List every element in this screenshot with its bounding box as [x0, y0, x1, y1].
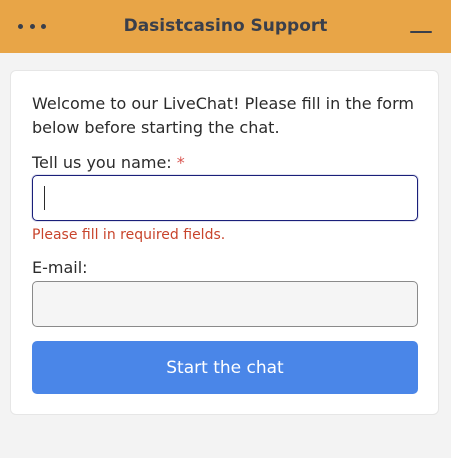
email-label: E-mail: — [32, 258, 88, 277]
welcome-message: Welcome to our LiveChat! Please fill in … — [32, 94, 414, 137]
email-input[interactable] — [32, 281, 418, 327]
start-chat-button[interactable]: Start the chat — [32, 341, 418, 394]
prechat-form-card: Welcome to our LiveChat! Please fill in … — [10, 70, 439, 415]
name-input[interactable] — [32, 175, 418, 221]
name-label: Tell us you name: * — [32, 152, 185, 174]
required-marker: * — [176, 153, 185, 172]
minimize-button[interactable] — [409, 18, 433, 34]
name-label-text: Tell us you name: — [32, 153, 172, 172]
minimize-icon — [410, 31, 432, 33]
error-message: Please fill in required fields. — [32, 227, 226, 243]
chat-title: Dasistcasino Support — [123, 16, 328, 36]
chat-header: Dasistcasino Support — [0, 0, 451, 53]
text-caret — [44, 186, 45, 210]
